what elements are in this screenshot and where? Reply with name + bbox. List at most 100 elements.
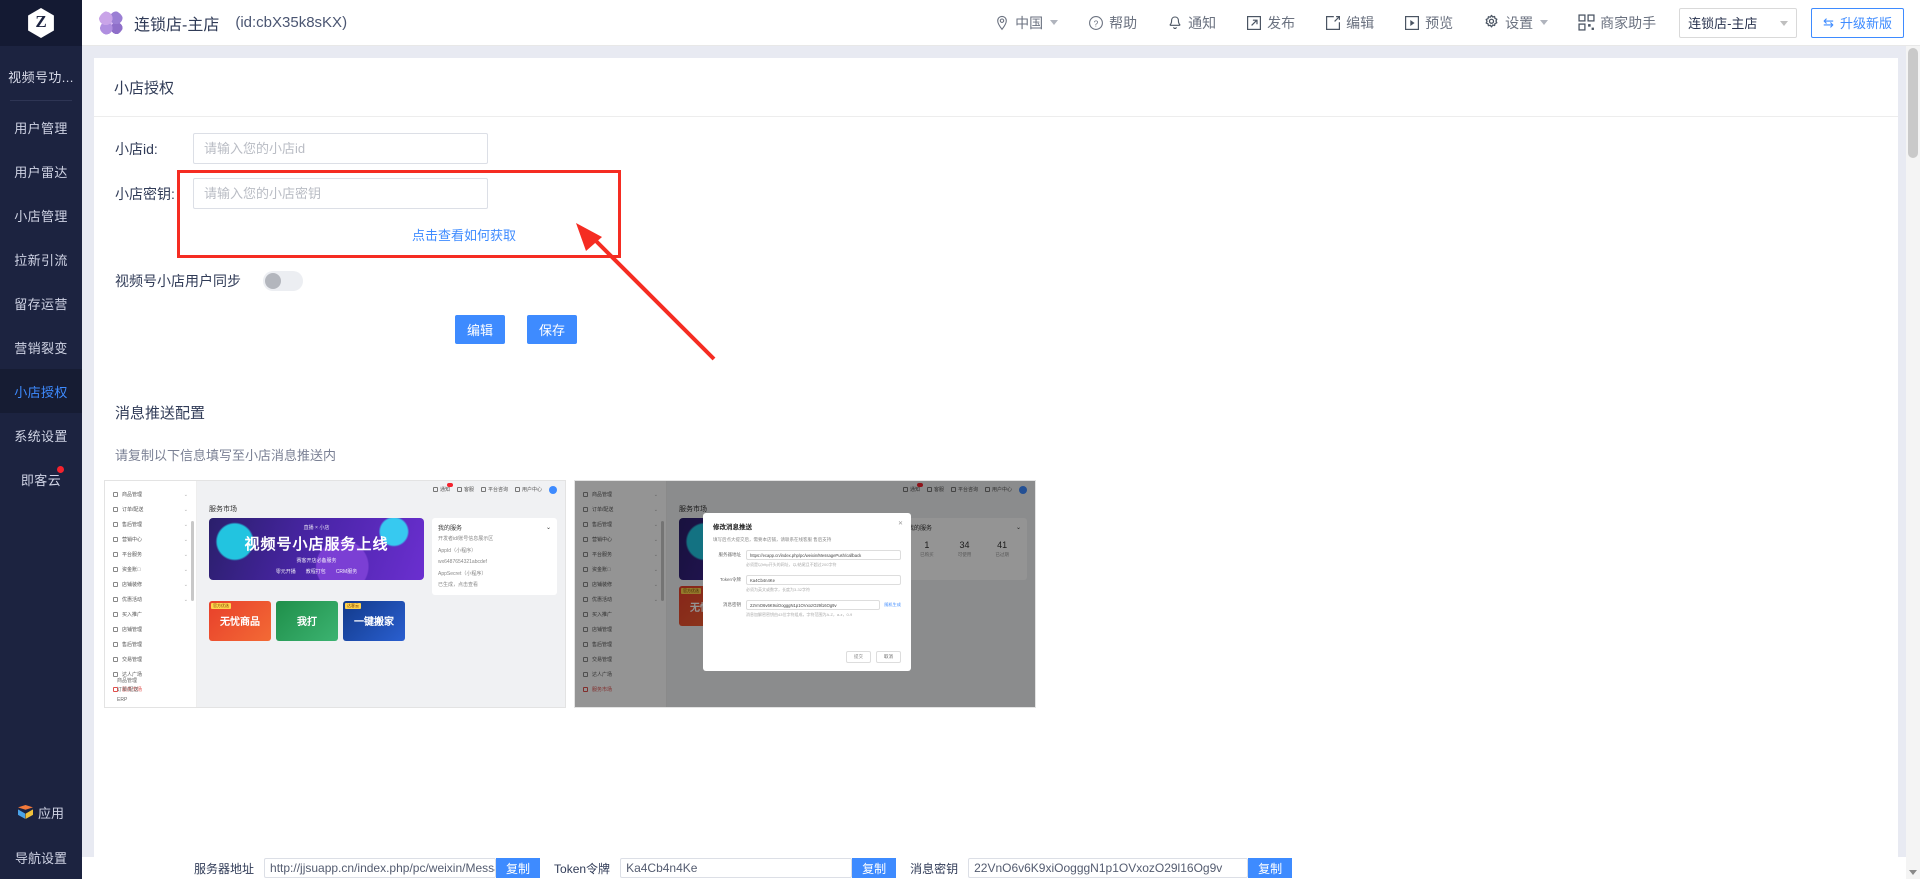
secret-value[interactable]: 22VnO6v6K9xiOogggN1p1OVxozO29l16Og9v [968, 858, 1249, 878]
sidebar-item-label: 即客云 [20, 472, 62, 488]
header-item-notifications[interactable]: 通知 [1152, 0, 1231, 46]
scroll-down-arrow-icon[interactable] [1909, 870, 1917, 875]
modal-submit-button[interactable]: 提交 [846, 651, 871, 663]
sidebar-apps-label: 应用 [37, 806, 64, 821]
header-item-edit[interactable]: 编辑 [1310, 0, 1389, 46]
sidebar-item-user-radar[interactable]: 用户雷达 [0, 149, 82, 193]
edit-button[interactable]: 编辑 [455, 315, 505, 344]
content-area: 小店授权 小店id: 小店密钥: 点击查看如何获取 视频号小店用户同步 [82, 46, 1920, 879]
sidebar-item-new-customer[interactable]: 拉新引流 [0, 237, 82, 281]
scrollbar-thumb[interactable] [1908, 48, 1918, 158]
save-button[interactable]: 保存 [527, 315, 577, 344]
service-market-screenshot[interactable]: 商品管理 ⌄ 订单/配送 ⌄ 售后管理 ⌄ 营销中心 ⌄ 平台服务 ⌄ 资金账􀀀 ⌄ 店铺装… [104, 480, 566, 708]
bell-icon [1167, 15, 1183, 31]
location-pin-icon [994, 15, 1010, 31]
banner-chips: 零元开播 教程打包 CRM服务 [276, 568, 357, 575]
header-item-publish[interactable]: 发布 [1231, 0, 1310, 46]
modify-push-modal: 修改消息推送 ✕ 填写后点大提交后，需要本店铺，请联系在线客服 售后支持 服务器… [703, 513, 911, 671]
shop-secret-input[interactable] [193, 178, 488, 209]
mini-bottom-item: ERP [117, 696, 128, 703]
sync-toggle[interactable] [263, 271, 303, 291]
copy-server-url-button[interactable]: 复制 [496, 858, 541, 878]
header-item-merchant-assistant[interactable]: 商家助手 [1563, 0, 1671, 46]
question-circle-icon: ? [1088, 15, 1104, 31]
header-item-region[interactable]: 中国 [979, 0, 1073, 46]
new-badge-dot-icon [57, 466, 64, 473]
copy-secret-button[interactable]: 复制 [1248, 858, 1293, 878]
modal-field-label: 服务器地址 [718, 552, 742, 558]
modal-title: 修改消息推送 [713, 524, 752, 531]
chevron-down-icon [1050, 20, 1059, 25]
sidebar-item-system-settings[interactable]: 系统设置 [0, 413, 82, 457]
store-selector[interactable]: 连锁店-主店 [1679, 7, 1798, 38]
shop-id-label: 小店id: [115, 140, 158, 157]
close-icon[interactable]: ✕ [898, 520, 903, 527]
modal-field-secret: 消息密钥 22VnO6v6K9xiOogggN1p1OVxozO29l16Og9… [713, 600, 901, 618]
header-item-label: 通知 [1188, 14, 1217, 31]
sidebar-item-video-account[interactable]: 视频号功... [0, 56, 82, 96]
header-item-label: 帮助 [1109, 14, 1138, 31]
header-item-label: 商家助手 [1600, 14, 1657, 31]
mini-bottom-list: 商品管理 订单/配送 ERP [109, 673, 138, 706]
modal-field-note: 必须为英文或数字，长度为3-32字符 [746, 587, 811, 593]
copy-config-bar: 服务器地址 http://jjsuapp.cn/index.php/pc/wei… [82, 857, 1920, 879]
mini-sidebar-item: 优惠活动 ⌄ [105, 592, 196, 607]
modal-field-token: Token令牌 Ka4Cb4n4Ke 必须为英文或数字，长度为3-32字符 [713, 575, 901, 593]
mini-body: 直播 × 小店 视频号小店服务上线 赛客开店必备服务 零元开播 教程打包 CRM… [197, 518, 565, 595]
sidebar-item-user-management[interactable]: 用户管理 [0, 105, 82, 149]
upgrade-button[interactable]: ⇆ 升级新版 [1811, 7, 1904, 38]
mini-sidebar-item: 买入推广 [105, 607, 196, 622]
modal-field-server-url: 服务器地址 https://ecapp.cn/index.php/pc/weix… [713, 550, 901, 568]
sidebar-nav-settings-button[interactable]: 导航设置 [15, 848, 67, 867]
mini-sidebar-item: 店铺管理 [105, 622, 196, 637]
shop-id-input[interactable] [193, 133, 488, 164]
mini-sidebar-item: 交易管理 [105, 652, 196, 667]
modal-field-input[interactable]: 22VnO6v6K9xiOogggN1p1OVxozO29l16Og9v [746, 600, 881, 611]
mini-bottom-item: 订单/配送 [117, 687, 139, 693]
server-url-value[interactable]: http://jjsuapp.cn/index.php/pc/weixin/Me… [264, 858, 497, 878]
header-item-settings[interactable]: 设置 [1468, 0, 1563, 46]
panel-line: wx6487654321abcdef [438, 559, 487, 565]
modal-field-input[interactable]: https://ecapp.cn/index.php/pc/weixin/Mes… [746, 550, 901, 561]
sidebar-nav-settings-label: 导航设置 [14, 851, 67, 866]
mini-topbar-item: 客服 [456, 486, 474, 493]
modal-field-label: Token令牌 [719, 577, 741, 583]
banner-subtitle: 赛客开店必备服务 [296, 557, 337, 564]
modal-field-input[interactable]: Ka4Cb4n4Ke [746, 575, 901, 586]
header-item-help[interactable]: ? 帮助 [1073, 0, 1152, 46]
mini-bottom-item: 商品管理 [117, 677, 138, 684]
sidebar-item-label: 用户雷达 [14, 164, 68, 180]
sidebar-nav: 视频号功... 用户管理 用户雷达 小店管理 拉新引流 留存运营 营销裂变 小店… [0, 46, 82, 501]
logo-hexagon-icon: Z [28, 8, 54, 38]
sync-row: 视频号小店用户同步 [94, 271, 1898, 291]
shop-secret-label: 小店密钥: [115, 185, 175, 202]
mini-main: 通知 客服 平台咨询 用户中心 服务市场 直播 × 小店 视频号小店服务上线 赛… [197, 481, 565, 707]
app-logo[interactable]: Z [0, 0, 82, 46]
how-to-get-link[interactable]: 点击查看如何获取 [412, 225, 516, 244]
token-value[interactable]: Ka4Cb4n4Ke [620, 858, 853, 878]
sidebar-item-jike-cloud[interactable]: 即客云 [0, 457, 82, 501]
sidebar-item-label: 营销裂变 [14, 340, 68, 356]
copy-token-button[interactable]: 复制 [852, 858, 897, 878]
modify-push-dialog-screenshot[interactable]: 商品管理 ⌄ 订单/配送 ⌄ 售后管理 ⌄ 营销中心 ⌄ 平台服务 ⌄ 资金账􀀀 ⌄ 店铺装… [574, 480, 1036, 708]
toggle-knob [265, 273, 281, 289]
mini-topbar-item: 通知 [432, 483, 453, 493]
sidebar-item-shop-auth[interactable]: 小店授权 [0, 369, 82, 413]
sidebar-item-retention[interactable]: 留存运营 [0, 281, 82, 325]
mini-sidebar-item: 售后管理 ⌄ [105, 517, 196, 532]
mini-topbar: 通知 客服 平台咨询 用户中心 [197, 481, 565, 498]
generate-random-link[interactable]: 随机生成 [884, 602, 901, 608]
qr-code-icon [1578, 14, 1595, 31]
push-config-section: 消息推送配置 请复制以下信息填写至小店消息推送内 [94, 344, 1898, 464]
sidebar-item-shop-management[interactable]: 小店管理 [0, 193, 82, 237]
header-item-preview[interactable]: 预览 [1389, 0, 1468, 46]
shop-auth-card: 小店授权 小店id: 小店密钥: 点击查看如何获取 视频号小店用户同步 [94, 58, 1898, 879]
modal-cancel-button[interactable]: 取消 [876, 651, 901, 663]
modal-description: 填写后点大提交后，需要本店铺，请联系在线客服 售后支持 [713, 537, 832, 542]
page-scrollbar[interactable] [1906, 46, 1920, 879]
promo-banner: 直播 × 小店 视频号小店服务上线 赛客开店必备服务 零元开播 教程打包 CRM… [209, 518, 424, 580]
banner-title: 视频号小店服务上线 [244, 535, 389, 553]
chevron-down-icon [1540, 20, 1549, 25]
sidebar-item-marketing[interactable]: 营销裂变 [0, 325, 82, 369]
sidebar-apps-button[interactable]: 应用 [17, 803, 64, 822]
